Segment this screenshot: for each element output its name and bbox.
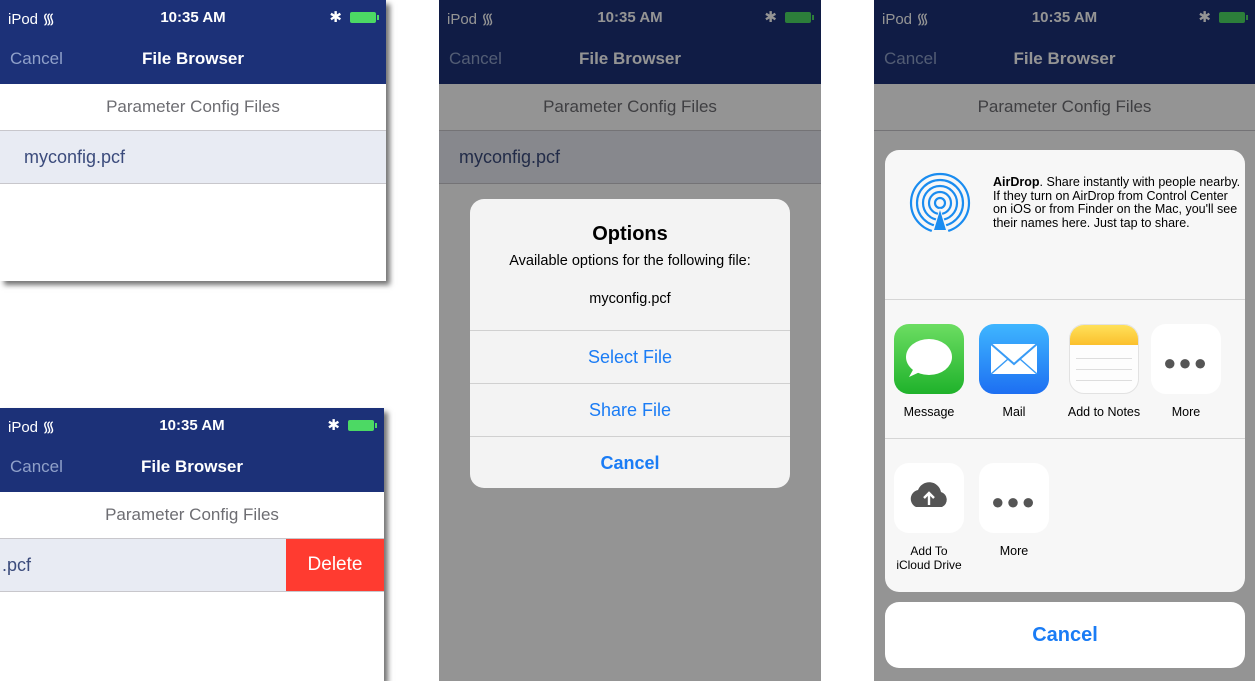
status-time: 10:35 AM [159, 417, 225, 434]
share-app-label: Add to Notes [1067, 405, 1141, 419]
bluetooth-icon: ✱ [329, 9, 342, 26]
list-empty-area [0, 184, 386, 281]
section-header: Parameter Config Files [0, 492, 384, 539]
airdrop-icon [909, 172, 971, 236]
file-row-swiped[interactable]: .pcf Delete [0, 539, 384, 592]
share-cancel-button[interactable]: Cancel [885, 602, 1245, 668]
status-time: 10:35 AM [160, 9, 226, 26]
divider [885, 299, 1245, 300]
messages-icon [894, 324, 964, 394]
alert-title: Options [592, 223, 668, 245]
share-app-label: Mail [1002, 405, 1026, 419]
file-name: myconfig.pcf [24, 147, 126, 167]
more-icon: ●●● [1151, 324, 1221, 394]
share-file-button[interactable]: Share File [470, 383, 790, 436]
more-icon: ●●● [979, 463, 1049, 533]
status-bar: iPod ᯾ 10:35 AM ✱ [0, 408, 384, 442]
share-app-label: More [1171, 405, 1201, 419]
list-empty-area [0, 592, 384, 681]
mail-icon [979, 324, 1049, 394]
file-name-truncated: .pcf [2, 555, 32, 575]
battery-icon [350, 12, 379, 23]
select-file-button[interactable]: Select File [470, 330, 790, 383]
alert-file-name: myconfig.pcf [589, 291, 671, 307]
share-app-mail[interactable]: Mail [979, 324, 1049, 419]
file-browser-screen-share: iPod ᯾ 10:35 AM ✱ Cancel File Browser Pa… [874, 0, 1255, 681]
icloud-upload-icon [894, 463, 964, 533]
status-bar: iPod ᯾ 10:35 AM ✱ [0, 0, 386, 34]
action-label: More [999, 544, 1029, 558]
share-app-label: Message [903, 405, 955, 419]
file-row[interactable]: myconfig.pcf [0, 131, 386, 184]
divider [885, 438, 1245, 439]
share-app-notes[interactable]: Add to Notes [1059, 324, 1149, 419]
share-sheet: AirDrop. Share instantly with people nea… [885, 150, 1245, 592]
airdrop-description: AirDrop. Share instantly with people nea… [993, 175, 1243, 230]
action-label: Add To iCloud Drive [896, 544, 962, 572]
bluetooth-icon: ✱ [327, 417, 340, 434]
alert-cancel-button[interactable]: Cancel [470, 436, 790, 488]
file-browser-screen-delete: iPod ᯾ 10:35 AM ✱ Cancel File Browser Pa… [0, 408, 384, 681]
file-browser-screen-1: iPod ᯾ 10:35 AM ✱ Cancel File Browser Pa… [0, 0, 386, 281]
nav-bar: Cancel File Browser [0, 34, 386, 84]
share-app-message[interactable]: Message [894, 324, 964, 419]
section-header: Parameter Config Files [0, 84, 386, 131]
action-add-icloud-drive[interactable]: Add To iCloud Drive [894, 463, 964, 572]
airdrop-section[interactable]: AirDrop. Share instantly with people nea… [885, 150, 1245, 299]
battery-icon [348, 420, 377, 431]
share-app-more[interactable]: ●●● More [1151, 324, 1221, 419]
alert-message: Available options for the following file… [509, 253, 751, 269]
nav-bar: Cancel File Browser [0, 442, 384, 492]
options-alert: Options Available options for the follow… [470, 199, 790, 488]
nav-title: File Browser [141, 49, 245, 68]
file-browser-screen-options: iPod ᯾ 10:35 AM ✱ Cancel File Browser Pa… [439, 0, 821, 681]
delete-button[interactable]: Delete [286, 539, 384, 591]
action-more[interactable]: ●●● More [979, 463, 1049, 558]
nav-title: File Browser [140, 457, 244, 476]
notes-icon [1069, 324, 1139, 394]
airdrop-title: AirDrop [993, 175, 1040, 189]
